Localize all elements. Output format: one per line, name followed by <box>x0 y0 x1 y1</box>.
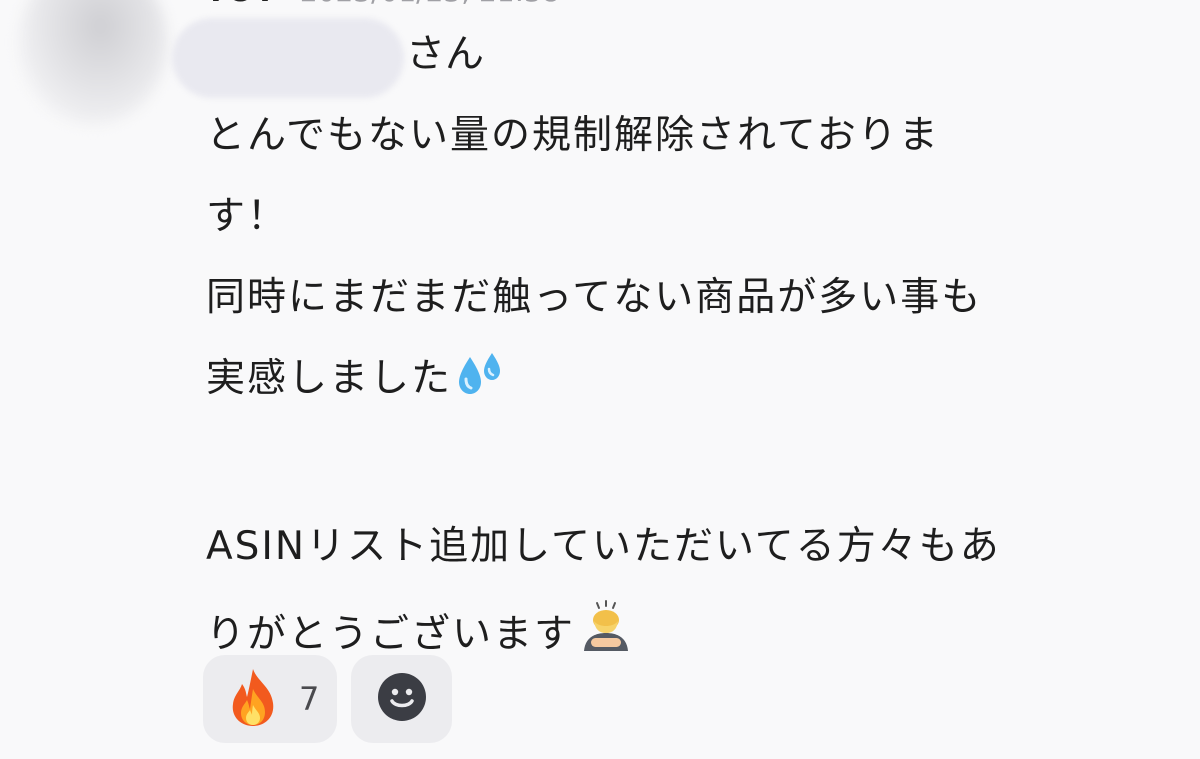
message-line-blank <box>206 437 1136 495</box>
message-line: す！ <box>206 194 289 239</box>
message-line-text: りがとうございます <box>206 612 576 657</box>
reaction-fire[interactable]: 7 <box>203 655 337 743</box>
mention-redacted[interactable] <box>172 18 404 98</box>
add-reaction-button[interactable] <box>351 655 452 743</box>
avatar[interactable] <box>18 0 168 125</box>
message-timestamp: 2023/01/23, 21:38 <box>300 0 560 8</box>
reaction-count: 7 <box>299 680 320 718</box>
message-line: とんでもない量の規制解除されておりま <box>206 113 940 158</box>
reaction-bar: 7 <box>203 655 452 743</box>
fire-icon <box>227 667 279 731</box>
add-reaction-smiley-icon <box>377 672 427 726</box>
author-name[interactable]: YOY <box>205 0 278 9</box>
message-header: YOY 2023/01/23, 21:38 <box>205 0 560 9</box>
sweat-droplets-icon <box>456 351 506 414</box>
person-bowing-icon <box>579 599 633 670</box>
message-line: 実感しました <box>206 350 1136 414</box>
message-line: ASINリスト追加していただいてる方々もあ <box>206 524 1001 569</box>
message-body: とんでもない量の規制解除されておりま す！ 同時にまだまだ触ってない商品が多い事… <box>206 107 1136 670</box>
message-line: 同時にまだまだ触ってない商品が多い事も <box>206 275 983 320</box>
message-line-text: 実感しました <box>206 356 453 401</box>
mention-suffix: さん <box>406 32 485 77</box>
